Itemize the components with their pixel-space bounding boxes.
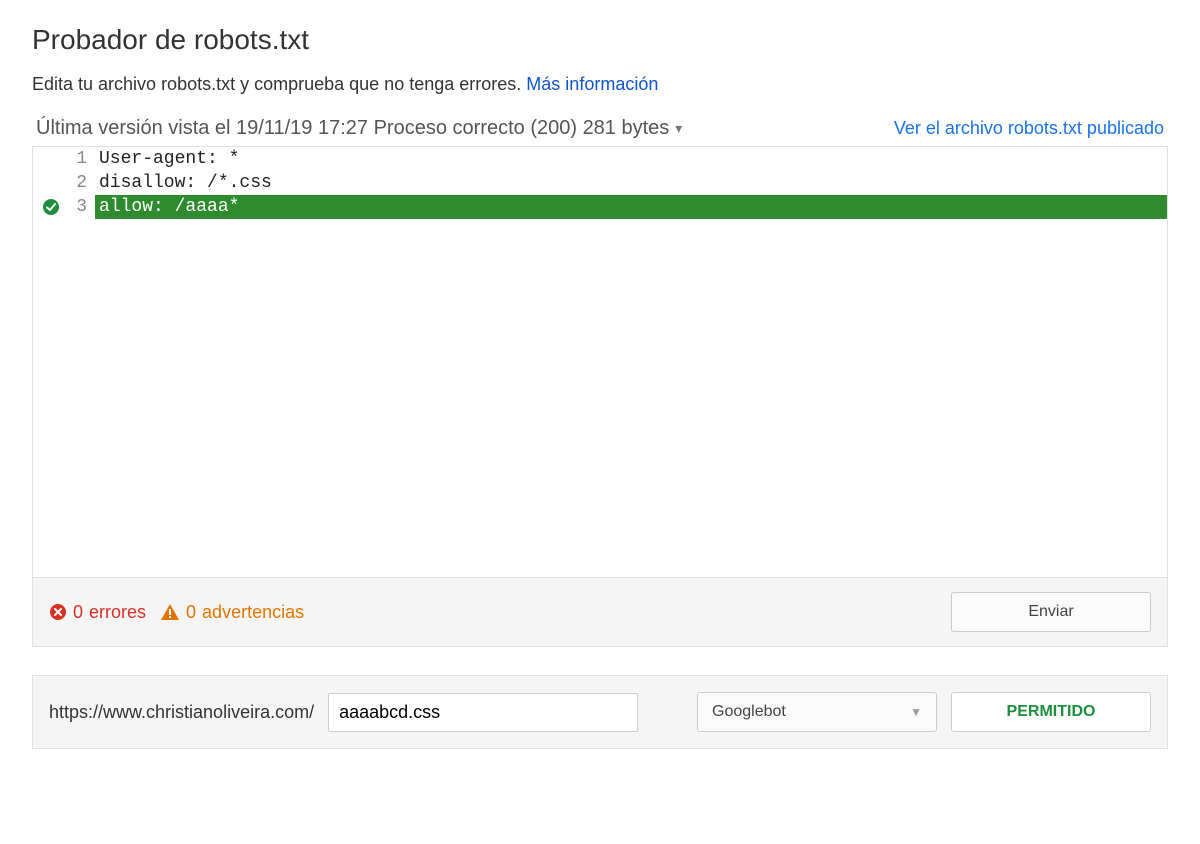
errors-indicator: 0 errores (49, 602, 146, 623)
error-warning-summary: 0 errores 0 advertencias (49, 602, 304, 623)
editor-line[interactable]: 3allow: /aaaa* (33, 195, 1167, 219)
line-number: 2 (69, 171, 95, 195)
code-text[interactable]: User-agent: * (95, 147, 1167, 171)
bot-selected-label: Googlebot (712, 703, 786, 721)
page-title: Probador de robots.txt (32, 24, 1168, 56)
submit-button[interactable]: Enviar (951, 592, 1151, 632)
status-dropdown[interactable]: Última versión vista el 19/11/19 17:27 P… (36, 117, 682, 140)
editor-line[interactable]: 1User-agent: * (33, 147, 1167, 171)
test-result-badge: PERMITIDO (951, 692, 1151, 732)
warnings-count: 0 (186, 602, 196, 623)
code-editor[interactable]: 1User-agent: *2disallow: /*.css3allow: /… (33, 147, 1167, 577)
editor-panel: 1User-agent: *2disallow: /*.css3allow: /… (32, 146, 1168, 647)
line-number: 3 (69, 195, 95, 219)
chevron-down-icon: ▾ (675, 120, 682, 137)
bot-select[interactable]: Googlebot ▼ (697, 692, 937, 732)
subtitle-text: Edita tu archivo robots.txt y comprueba … (32, 74, 521, 94)
subtitle-row: Edita tu archivo robots.txt y comprueba … (32, 74, 1168, 95)
more-info-link[interactable]: Más información (526, 74, 658, 94)
editor-footer: 0 errores 0 advertencias Enviar (33, 577, 1167, 646)
gutter-icon-cell (33, 171, 69, 195)
error-icon (49, 603, 67, 621)
status-text: Última versión vista el 19/11/19 17:27 P… (36, 117, 669, 140)
chevron-down-icon: ▼ (910, 705, 922, 719)
status-bar: Última versión vista el 19/11/19 17:27 P… (32, 117, 1168, 140)
warnings-indicator: 0 advertencias (160, 602, 304, 623)
errors-label: errores (89, 602, 146, 623)
gutter-icon-cell (33, 147, 69, 171)
gutter-icon-cell (33, 195, 69, 219)
check-circle-icon (42, 198, 60, 216)
warning-icon (160, 603, 180, 621)
url-tester-bar: https://www.christianoliveira.com/ Googl… (32, 675, 1168, 749)
view-published-link[interactable]: Ver el archivo robots.txt publicado (894, 118, 1164, 139)
url-path-input[interactable] (328, 693, 638, 732)
warnings-label: advertencias (202, 602, 304, 623)
errors-count: 0 (73, 602, 83, 623)
page-container: Probador de robots.txt Edita tu archivo … (0, 0, 1200, 773)
code-text[interactable]: disallow: /*.css (95, 171, 1167, 195)
url-prefix-label: https://www.christianoliveira.com/ (49, 702, 314, 723)
editor-line[interactable]: 2disallow: /*.css (33, 171, 1167, 195)
code-text[interactable]: allow: /aaaa* (95, 195, 1167, 219)
line-number: 1 (69, 147, 95, 171)
